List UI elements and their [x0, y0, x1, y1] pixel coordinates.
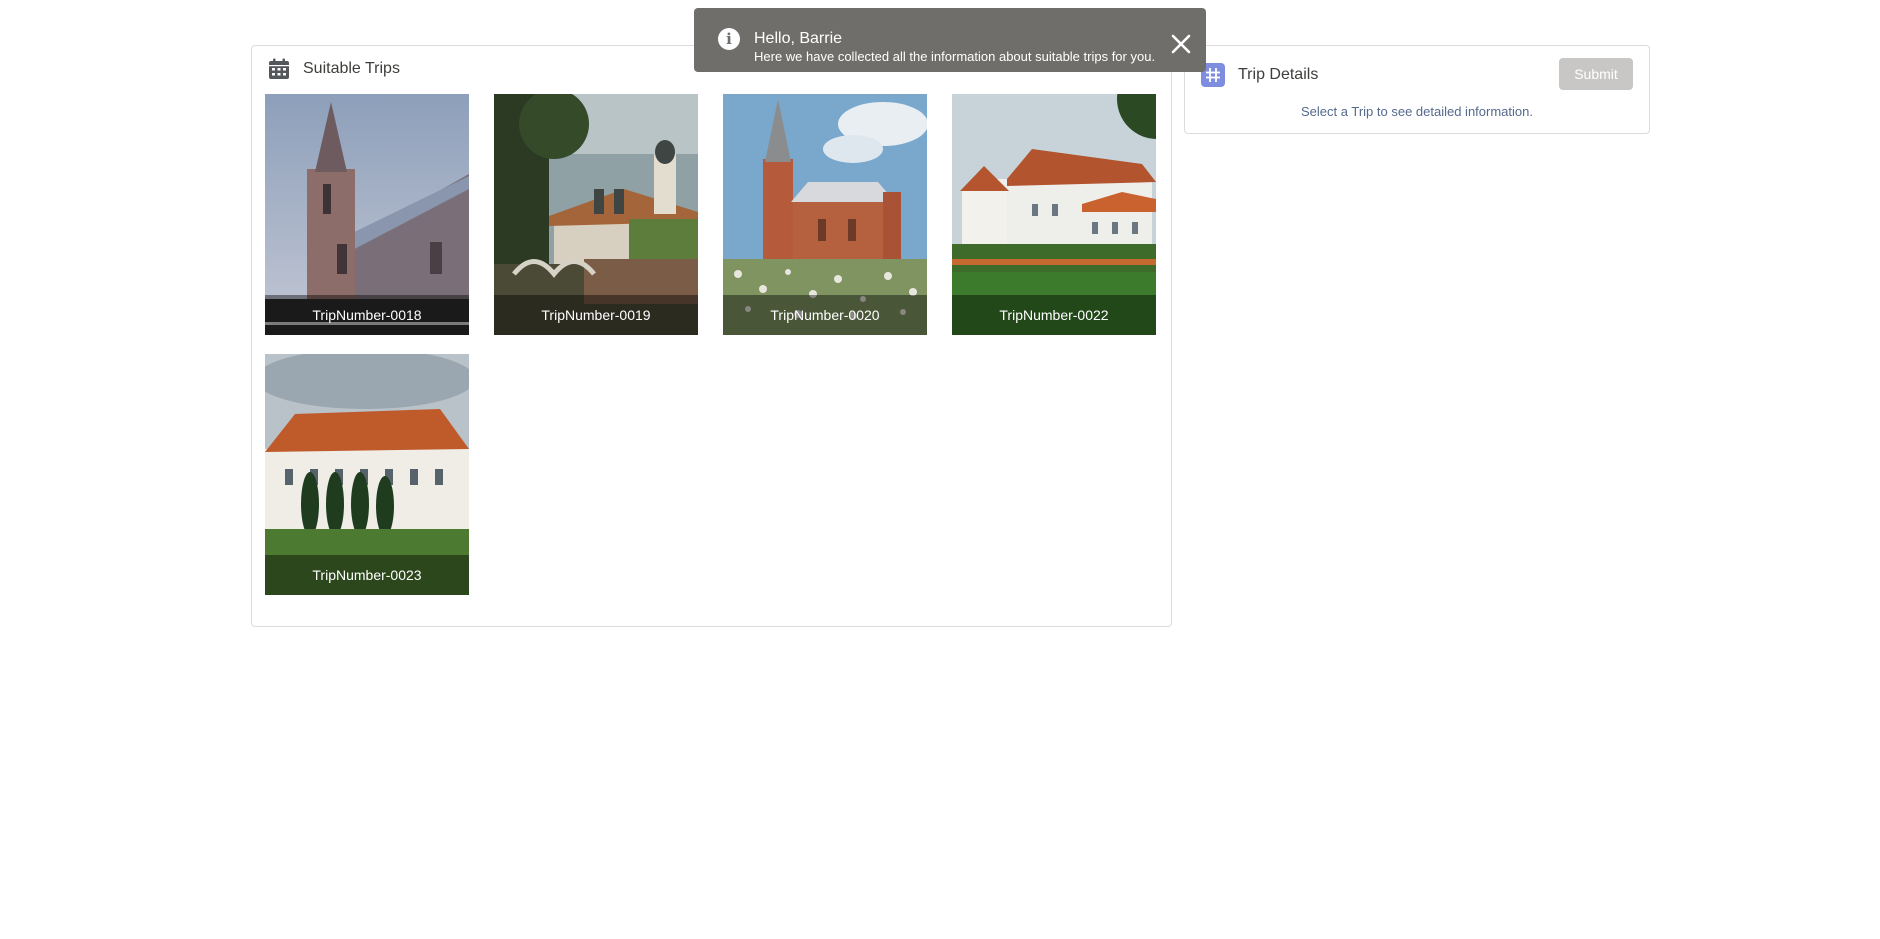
close-icon[interactable]	[1170, 33, 1192, 55]
trip-details-card: Trip Details Submit Select a Trip to see…	[1184, 45, 1650, 134]
details-hint: Select a Trip to see detailed informatio…	[1301, 104, 1533, 119]
info-icon: i	[718, 28, 740, 50]
trip-label: TripNumber-0019	[494, 295, 698, 335]
toast-message: Here we have collected all the informati…	[754, 49, 1156, 64]
trip-tile[interactable]: TripNumber-0019	[494, 94, 698, 335]
toast-title: Hello, Barrie	[754, 30, 843, 47]
trip-tile[interactable]: TripNumber-0018	[265, 94, 469, 335]
trip-label: TripNumber-0022	[952, 295, 1156, 335]
trip-label: TripNumber-0018	[265, 295, 469, 335]
toast-text: Hello, Barrie Here we have collected all…	[754, 20, 1170, 65]
trip-label: TripNumber-0020	[723, 295, 927, 335]
welcome-toast: i Hello, Barrie Here we have collected a…	[694, 8, 1206, 72]
submit-button[interactable]: Submit	[1559, 58, 1633, 90]
card-header: Suitable Trips	[268, 58, 400, 80]
trip-tile[interactable]: TripNumber-0022	[952, 94, 1156, 335]
details-header: Trip Details	[1201, 63, 1318, 87]
trip-tile[interactable]: TripNumber-0023	[265, 354, 469, 595]
trip-tile[interactable]: TripNumber-0020	[723, 94, 927, 335]
details-title: Trip Details	[1238, 66, 1319, 83]
card-title: Suitable Trips	[303, 60, 400, 77]
trip-label: TripNumber-0023	[265, 555, 469, 595]
calendar-icon	[269, 58, 289, 79]
suitable-trips-card: Suitable Trips TripNumber-0018 TripNumbe…	[251, 45, 1172, 627]
